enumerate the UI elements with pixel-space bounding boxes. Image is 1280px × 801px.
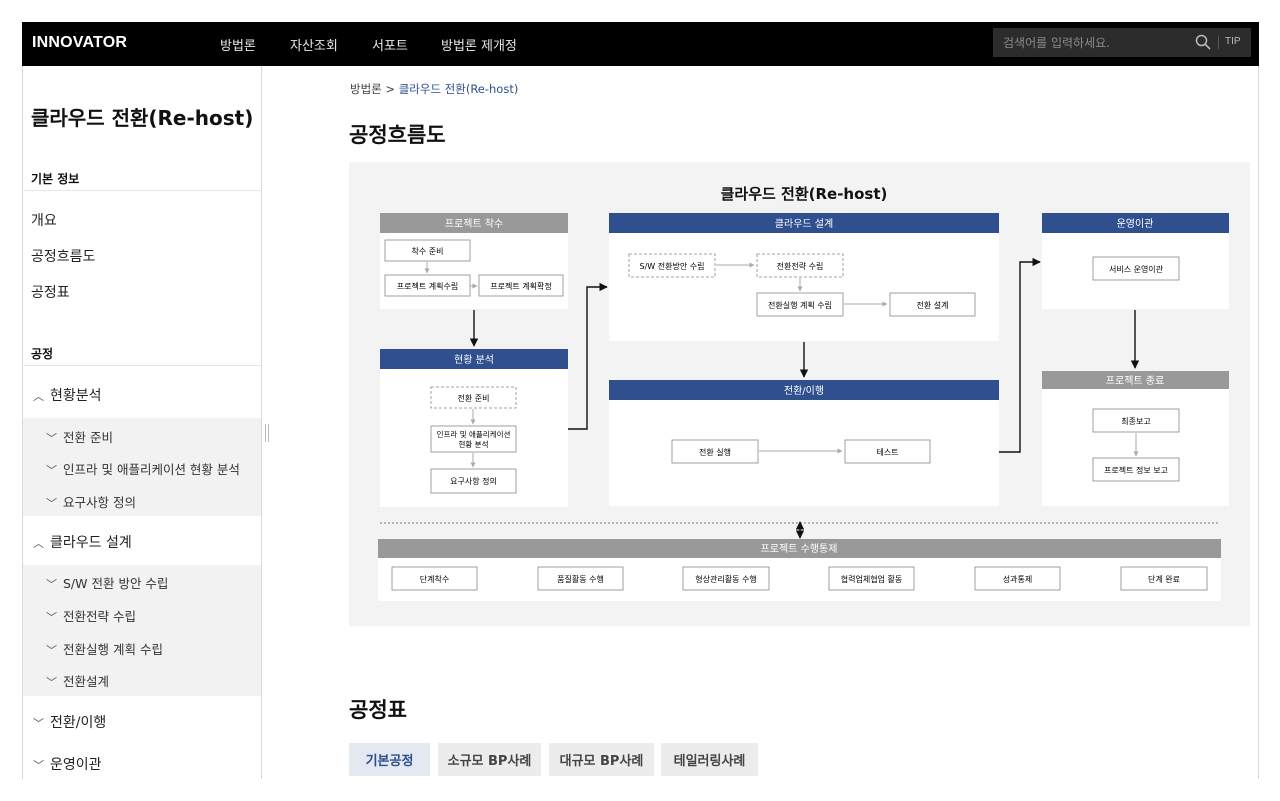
step-label: 전환실행 계획 수립 <box>768 300 832 310</box>
nav-methodology-revision[interactable]: 방법론 제개정 <box>441 35 517 54</box>
sidebar-divider <box>261 66 262 779</box>
phase-project-start: 프로젝트 착수 착수 준비 프로젝트 계획수립 프로젝트 계획확정 <box>380 213 568 309</box>
sidebar-link-schedule[interactable]: 공정표 <box>31 282 70 302</box>
phase-operation-transfer: 운영이관 서비스 운영이관 <box>1042 213 1229 309</box>
phase-cloud-design: 클라우드 설계 S/W 전환방안 수립 전환전략 수립 전환실행 계획 수립 전… <box>609 213 999 341</box>
chevron-down-icon: ﹀ <box>46 578 57 591</box>
process-flow-diagram: 클라우드 전환(Re-host) 프로젝트 착수 착수 준비 프로젝트 계획수립… <box>349 162 1250 626</box>
sidebar-group-analysis[interactable]: ︿ 현황분석 <box>33 385 102 405</box>
step-label: 전환 준비 <box>458 393 490 403</box>
frame-right-border <box>1258 66 1259 779</box>
step-label: 전환전략 수립 <box>777 261 824 271</box>
step-label: 프로젝트 계획확정 <box>490 281 551 291</box>
chevron-down-icon: ﹀ <box>46 644 57 657</box>
chevron-down-icon: ﹀ <box>46 676 57 689</box>
sidebar-link-flowchart[interactable]: 공정흐름도 <box>31 246 95 266</box>
section-title-schedule: 공정표 <box>349 698 407 722</box>
chevron-down-icon: ﹀ <box>46 611 57 624</box>
phase-title: 프로젝트 착수 <box>445 218 503 230</box>
sidebar-item-conv-design[interactable]: ﹀ 전환설계 <box>46 671 109 690</box>
page-title: 공정흐름도 <box>349 123 446 147</box>
phase-title: 현황 분석 <box>454 354 494 366</box>
project-control: 프로젝트 수행통제 단계착수 품질활동 수행 형상관리활동 수행 협력업체협업 … <box>378 539 1221 601</box>
sidebar-item-infra-analysis[interactable]: ﹀ 인프라 및 애플리케이션 현황 분석 <box>46 459 240 478</box>
step-label: 현황 분석 <box>459 439 489 449</box>
sidebar-link-overview[interactable]: 개요 <box>31 210 57 230</box>
search-divider <box>1218 36 1219 49</box>
step-label: 요구사항 정의 <box>450 476 497 486</box>
control-step: 협력업체협업 활동 <box>841 574 902 584</box>
search-box: TIP <box>993 28 1251 57</box>
tab-large-bp[interactable]: 대규모 BP사례 <box>549 743 654 776</box>
sidebar-item-exec-plan[interactable]: ﹀ 전환실행 계획 수립 <box>46 639 163 658</box>
sidebar-item-sw-plan[interactable]: ﹀ S/W 전환 방안 수립 <box>46 573 168 592</box>
step-label: 테스트 <box>876 448 898 457</box>
chevron-down-icon: ﹀ <box>46 432 57 445</box>
step-label: 서비스 운영이관 <box>1109 264 1164 274</box>
control-step: 품질활동 수행 <box>557 574 604 584</box>
chevron-down-icon: ﹀ <box>46 497 57 510</box>
chevron-down-icon: ﹀ <box>46 464 57 477</box>
sidebar-group-operation[interactable]: ﹀ 운영이관 <box>33 754 102 774</box>
step-label: 전환 실행 <box>699 447 731 457</box>
control-step: 단계 완료 <box>1148 574 1180 584</box>
divider <box>22 365 261 366</box>
flow-arrow <box>568 282 608 430</box>
step-label: 전환 설계 <box>917 300 949 310</box>
tip-button[interactable]: TIP <box>1225 36 1241 47</box>
sidebar-item-strategy[interactable]: ﹀ 전환전략 수립 <box>46 606 136 625</box>
nav-asset-search[interactable]: 자산조회 <box>290 35 338 54</box>
diagram-title: 클라우드 전환(Re-host) <box>721 185 888 203</box>
control-step: 형상관리활동 수행 <box>695 574 756 584</box>
step-label: 최종보고 <box>1121 416 1150 426</box>
sidebar-item-requirements[interactable]: ﹀ 요구사항 정의 <box>46 492 136 511</box>
sidebar-title: 클라우드 전환(Re-host) <box>31 106 254 130</box>
phase-title: 프로젝트 종료 <box>1106 375 1164 387</box>
control-step: 단계착수 <box>420 574 449 584</box>
control-title: 프로젝트 수행통제 <box>761 543 838 555</box>
top-navbar: INNOVATOR 방법론 자산조회 서포트 방법론 제개정 TIP <box>22 22 1259 66</box>
nav-methodology[interactable]: 방법론 <box>220 35 256 54</box>
sidebar-group-migration[interactable]: ﹀ 전환/이행 <box>33 712 106 732</box>
nav-support[interactable]: 서포트 <box>372 35 408 54</box>
phase-title: 전환/이행 <box>784 385 824 397</box>
search-icon[interactable] <box>1195 34 1211 50</box>
sidebar-group-cloud-design[interactable]: ︿ 클라우드 설계 <box>33 532 132 552</box>
breadcrumb-current: 클라우드 전환(Re-host) <box>398 82 519 96</box>
phase-project-closing: 프로젝트 종료 최종보고 프로젝트 정보 보고 <box>1042 371 1229 506</box>
chevron-down-icon: ﹀ <box>33 759 44 772</box>
phase-current-analysis: 현황 분석 전환 준비 인프라 및 애플리케이션 현황 분석 요구사항 정의 <box>380 349 568 507</box>
chevron-down-icon: ﹀ <box>33 717 44 730</box>
search-input[interactable] <box>1003 33 1193 53</box>
breadcrumb-root[interactable]: 방법론 <box>350 82 382 96</box>
sidebar-item-prep[interactable]: ﹀ 전환 준비 <box>46 427 113 446</box>
tab-small-bp[interactable]: 소규모 BP사례 <box>438 743 541 776</box>
process-flow-svg: 클라우드 전환(Re-host) 프로젝트 착수 착수 준비 프로젝트 계획수립… <box>378 185 1229 601</box>
process-heading: 공정 <box>31 347 54 361</box>
divider <box>22 190 261 191</box>
flow-arrow <box>999 257 1041 453</box>
breadcrumb-separator: > <box>385 82 399 96</box>
step-label: 인프라 및 애플리케이션 <box>437 429 511 439</box>
tab-tailoring[interactable]: 테일러링사례 <box>661 743 758 776</box>
control-step: 성과통제 <box>1003 575 1032 584</box>
step-label: 프로젝트 계획수립 <box>397 281 458 291</box>
tab-basic-process[interactable]: 기본공정 <box>349 743 430 776</box>
step-label: 착수 준비 <box>412 247 444 256</box>
chevron-up-icon: ︿ <box>33 537 44 550</box>
phase-title: 클라우드 설계 <box>775 218 833 230</box>
phase-title: 운영이관 <box>1117 218 1154 230</box>
logo[interactable]: INNOVATOR <box>32 34 127 52</box>
breadcrumb: 방법론 > 클라우드 전환(Re-host) <box>350 81 518 97</box>
step-label: S/W 전환방안 수립 <box>640 261 705 271</box>
chevron-up-icon: ︿ <box>33 390 44 403</box>
step-label: 프로젝트 정보 보고 <box>1104 465 1168 475</box>
phase-migration: 전환/이행 전환 실행 테스트 <box>609 380 999 506</box>
sidebar-resize-handle[interactable] <box>265 424 269 442</box>
basic-info-heading: 기본 정보 <box>31 172 80 186</box>
